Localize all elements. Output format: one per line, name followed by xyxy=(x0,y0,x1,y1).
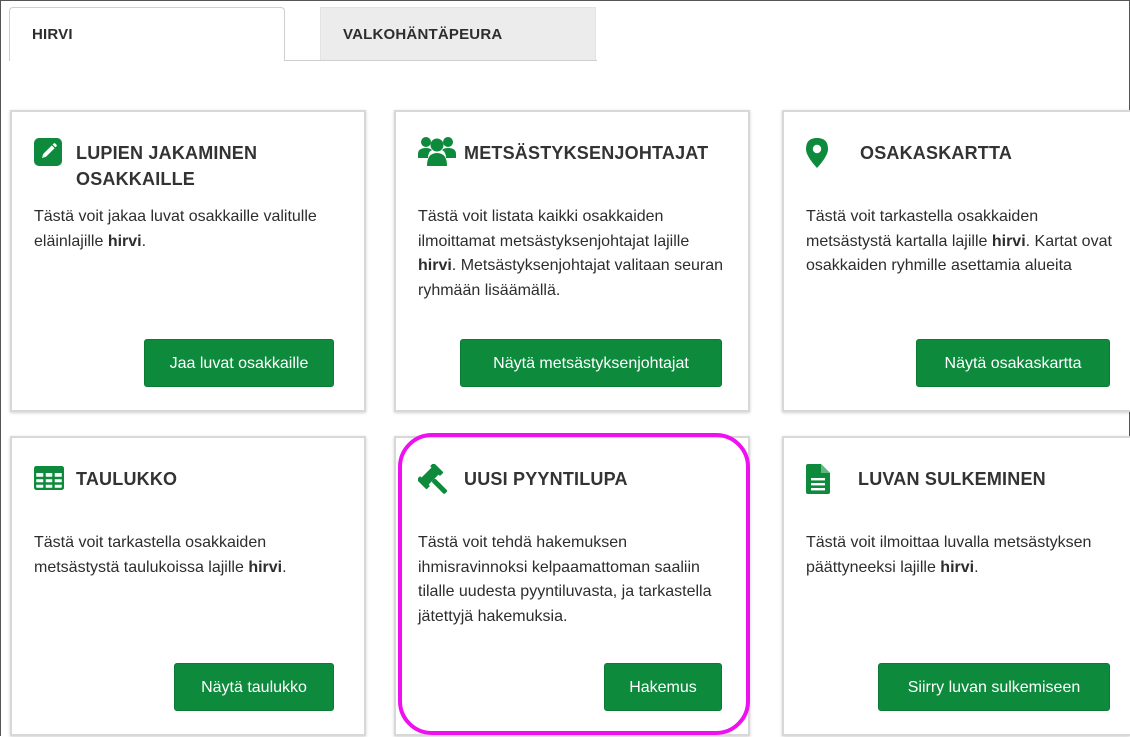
jaa-luvat-button[interactable]: Jaa luvat osakkaille xyxy=(144,339,334,387)
pencil-icon xyxy=(34,138,64,168)
desc-text: Tästä voit tarkastella osakkaiden metsäs… xyxy=(34,534,267,576)
map-marker-icon xyxy=(806,138,836,168)
desc-text-end: . Metsästyksenjohtajat valitaan seuran r… xyxy=(418,257,724,299)
gavel-icon xyxy=(418,464,452,498)
siirry-luvan-sulkemiseen-button[interactable]: Siirry luvan sulkemiseen xyxy=(878,663,1110,711)
card-lupien-jakaminen: LUPIEN JAKAMINEN OSAKKAILLE Tästä voit j… xyxy=(10,110,366,412)
tab-divider xyxy=(285,60,597,61)
hakemus-button[interactable]: Hakemus xyxy=(604,663,722,711)
desc-species: hirvi xyxy=(991,232,1026,250)
table-icon xyxy=(34,466,64,496)
desc-species: hirvi xyxy=(940,558,975,576)
desc-text: Tästä voit jakaa luvat osakkaille valitu… xyxy=(34,208,317,250)
card-header: METSÄSTYKSENJOHTAJAT xyxy=(418,137,732,168)
desc-species: hirvi xyxy=(418,257,452,274)
card-title: METSÄSTYKSENJOHTAJAT xyxy=(464,143,709,163)
desc-text: Tästä voit listata kaikki osakkaiden ilm… xyxy=(418,208,690,250)
card-description: Tästä voit jakaa luvat osakkaille valitu… xyxy=(34,205,346,254)
card-description: Tästä voit tarkastella osakkaiden metsäs… xyxy=(34,531,346,580)
card-description: Tästä voit ilmoittaa luvalla metsästykse… xyxy=(806,531,1112,580)
card-header: LUVAN SULKEMINEN xyxy=(806,464,1114,494)
document-icon xyxy=(806,464,836,494)
nayta-osakaskartta-button[interactable]: Näytä osakaskartta xyxy=(916,339,1110,387)
card-description: Tästä voit tarkastella osakkaiden metsäs… xyxy=(806,205,1112,279)
desc-species: hirvi xyxy=(107,232,142,250)
card-header: LUPIEN JAKAMINEN OSAKKAILLE xyxy=(34,138,348,192)
tab-valkohantapeura[interactable]: VALKOHÄNTÄPEURA xyxy=(320,7,596,61)
desc-text-end: . xyxy=(282,558,287,576)
card-description: Tästä voit tehdä hakemuksen ihmisravinno… xyxy=(418,531,730,629)
card-title: TAULUKKO xyxy=(76,469,178,489)
card-header: OSAKASKARTTA xyxy=(806,138,1114,168)
desc-text-end: . xyxy=(974,558,979,576)
card-header: UUSI PYYNTILUPA xyxy=(418,464,732,498)
card-luvan-sulkeminen: LUVAN SULKEMINEN Tästä voit ilmoittaa lu… xyxy=(782,436,1130,736)
card-title: UUSI PYYNTILUPA xyxy=(464,469,628,489)
card-uusi-pyyntilupa: UUSI PYYNTILUPA Tästä voit tehdä hakemuk… xyxy=(394,436,750,736)
card-osakaskartta: OSAKASKARTTA Tästä voit tarkastella osak… xyxy=(782,110,1130,412)
card-title: LUVAN SULKEMINEN xyxy=(858,469,1046,489)
card-title: OSAKASKARTTA xyxy=(860,143,1013,163)
card-taulukko: TAULUKKO Tästä voit tarkastella osakkaid… xyxy=(10,436,366,736)
desc-text-end: . xyxy=(141,232,147,250)
card-header: TAULUKKO xyxy=(34,464,348,496)
tab-hirvi[interactable]: HIRVI xyxy=(9,7,285,61)
users-icon xyxy=(418,134,456,168)
card-metsastyksenjohtajat: METSÄSTYKSENJOHTAJAT Tästä voit listata … xyxy=(394,110,750,412)
desc-species: hirvi xyxy=(248,558,283,576)
nayta-taulukko-button[interactable]: Näytä taulukko xyxy=(174,663,334,711)
nayta-metsastyksenjohtajat-button[interactable]: Näytä metsästyksenjohtajat xyxy=(460,339,722,387)
card-description: Tästä voit listata kaikki osakkaiden ilm… xyxy=(418,205,730,303)
desc-text: Tästä voit tehdä hakemuksen ihmisravinno… xyxy=(418,534,712,625)
card-title: LUPIEN JAKAMINEN OSAKKAILLE xyxy=(76,143,258,189)
